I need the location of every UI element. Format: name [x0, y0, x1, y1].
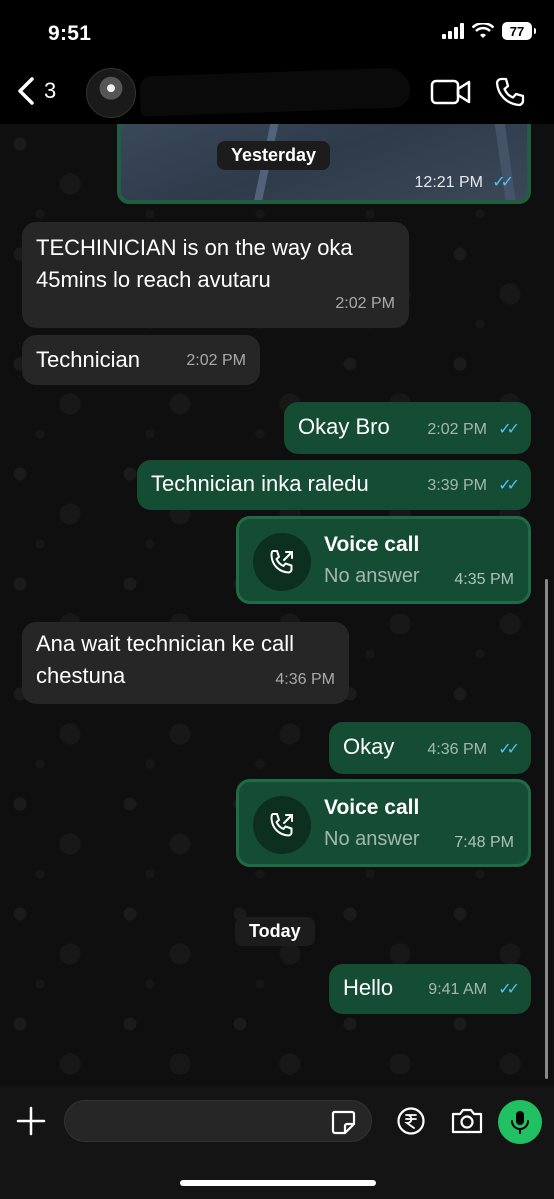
message-time: 4:35 PM: [454, 571, 514, 588]
read-ticks-icon: ✓✓: [498, 741, 520, 758]
outgoing-message[interactable]: Okay 4:36 PM ✓✓: [329, 722, 531, 774]
message-time: 2:02 PM: [186, 352, 246, 369]
missed-call-icon: [253, 796, 311, 854]
unread-count: 3: [44, 78, 57, 103]
camera-icon: [451, 1108, 483, 1134]
mic-icon: [511, 1111, 529, 1134]
home-indicator: [180, 1180, 376, 1186]
call-status: No answer: [324, 828, 420, 850]
message-text: Technician: [36, 347, 140, 372]
plus-icon: [16, 1106, 46, 1136]
message-text: Technician inka raledu: [151, 471, 369, 496]
voice-call-message[interactable]: Voice call No answer 4:35 PM: [236, 516, 531, 604]
back-chevron-icon: [18, 77, 34, 105]
outgoing-message[interactable]: Okay Bro 2:02 PM ✓✓: [284, 402, 531, 454]
scrollbar[interactable]: [545, 579, 548, 1079]
message-time: 2:02 PM: [427, 421, 487, 438]
message-time: 12:21 PM: [414, 174, 483, 191]
message-text: Okay Bro: [298, 414, 390, 439]
incoming-message[interactable]: Technician 2:02 PM: [22, 335, 260, 385]
date-separator: Yesterday: [217, 141, 331, 170]
mic-button[interactable]: [498, 1100, 542, 1144]
message-text: TECHINICIAN is on the way oka: [36, 235, 353, 260]
message-time: 2:02 PM: [335, 295, 395, 312]
message-time: 9:41 AM: [428, 981, 487, 998]
attach-button[interactable]: [14, 1104, 48, 1143]
message-text: Hello: [343, 975, 394, 1000]
read-ticks-icon: ✓✓: [492, 174, 514, 191]
date-separator: Today: [235, 917, 315, 946]
status-time: 9:51: [48, 22, 92, 45]
read-ticks-icon: ✓✓: [498, 477, 520, 494]
signal-icon: [442, 23, 464, 39]
incoming-message[interactable]: Ana wait technician ke call chestuna 4:3…: [22, 622, 349, 704]
battery-indicator: 77: [502, 22, 536, 40]
read-ticks-icon: ✓✓: [498, 421, 520, 438]
wifi-icon: [472, 23, 494, 38]
video-call-button[interactable]: [430, 76, 472, 113]
sticker-button[interactable]: [330, 1109, 356, 1140]
missed-call-icon: [253, 533, 311, 591]
message-text: Okay: [343, 734, 395, 759]
read-ticks-icon: ✓✓: [498, 981, 520, 998]
contact-name-redacted[interactable]: [139, 67, 411, 117]
contact-avatar[interactable]: [86, 68, 136, 118]
chat-header: 3: [0, 62, 554, 124]
message-input[interactable]: [64, 1100, 372, 1142]
call-title: Voice call: [324, 796, 420, 819]
phone-icon: [495, 77, 525, 107]
message-time: 3:39 PM: [427, 477, 487, 494]
message-time: 4:36 PM: [275, 671, 335, 688]
call-status: No answer: [324, 565, 420, 587]
message-time: 7:48 PM: [454, 834, 514, 851]
back-button[interactable]: 3: [16, 76, 56, 106]
camera-button[interactable]: [450, 1106, 484, 1141]
status-bar: 9:51 77: [0, 0, 554, 62]
rupee-icon: [397, 1107, 425, 1135]
video-icon: [430, 79, 471, 105]
payment-button[interactable]: [396, 1106, 426, 1141]
message-time: 4:36 PM: [427, 741, 487, 758]
voice-call-button[interactable]: [494, 76, 526, 113]
voice-call-message[interactable]: Voice call No answer 7:48 PM: [236, 779, 531, 867]
message-list[interactable]: 12:21 PM ✓✓ Yesterday TECHINICIAN is on …: [0, 124, 554, 1086]
outgoing-message[interactable]: Hello 9:41 AM ✓✓: [329, 964, 531, 1014]
incoming-message[interactable]: TECHINICIAN is on the way oka 45mins lo …: [22, 222, 409, 328]
call-title: Voice call: [324, 533, 420, 556]
sticker-icon: [331, 1110, 356, 1135]
outgoing-message[interactable]: Technician inka raledu 3:39 PM ✓✓: [137, 460, 531, 510]
composer-bar: [0, 1086, 554, 1199]
status-icons: 77: [442, 22, 536, 40]
message-text: Ana wait technician ke call: [36, 631, 295, 656]
